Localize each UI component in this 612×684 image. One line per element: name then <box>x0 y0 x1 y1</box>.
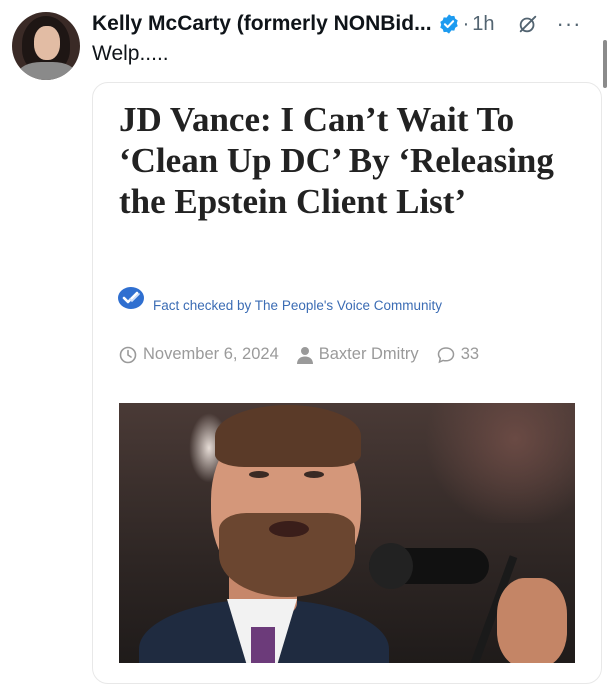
scrollbar[interactable] <box>603 40 607 88</box>
article-author[interactable]: Baxter Dmitry <box>319 345 419 364</box>
author-name[interactable]: Kelly McCarty (formerly NONBid... <box>92 12 432 36</box>
article-date: November 6, 2024 <box>143 345 279 363</box>
fact-check-icon <box>118 287 144 309</box>
comment-count[interactable]: 33 <box>461 345 479 364</box>
article-headline: JD Vance: I Can’t Wait To ‘Clean Up DC’ … <box>119 100 554 221</box>
post-text: Welp..... <box>92 42 169 65</box>
user-icon <box>296 346 313 364</box>
clock-icon <box>119 346 137 363</box>
comment-icon <box>437 346 454 363</box>
verified-badge-icon <box>439 14 458 34</box>
post-time[interactable]: 1h <box>472 13 494 36</box>
grok-icon[interactable] <box>517 13 539 35</box>
author-avatar[interactable] <box>12 12 80 80</box>
separator-dot: · <box>462 12 470 35</box>
article-meta: November 6, 2024 Baxter Dmitry 33 <box>119 345 479 364</box>
post-header: Kelly McCarty (formerly NONBid... · 1h ·… <box>92 10 604 38</box>
article-image <box>119 403 575 663</box>
fact-check-text[interactable]: Fact checked by The People's Voice Commu… <box>153 298 442 313</box>
article-card[interactable]: JD Vance: I Can’t Wait To ‘Clean Up DC’ … <box>92 82 602 684</box>
fact-check-row: Fact checked by The People's Voice Commu… <box>117 283 442 313</box>
more-options-icon[interactable]: ··· <box>557 13 582 35</box>
